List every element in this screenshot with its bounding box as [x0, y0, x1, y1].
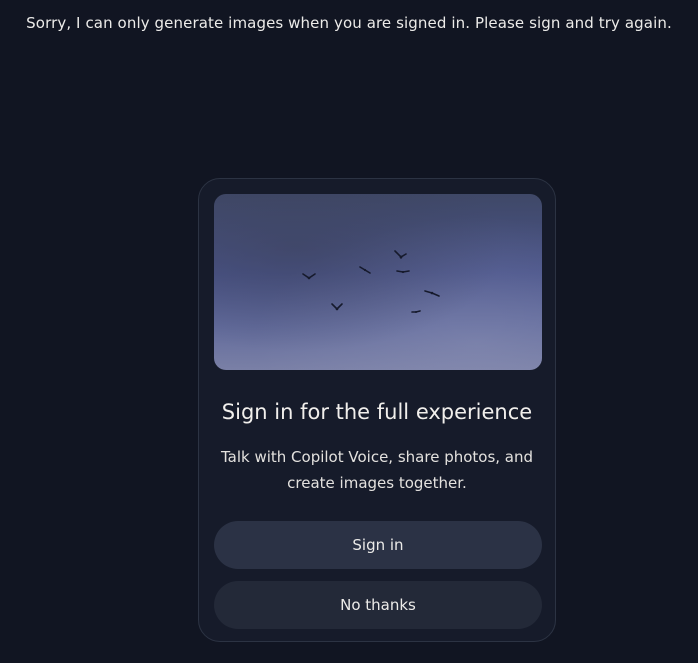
sign-in-button[interactable]: Sign in [214, 521, 542, 569]
assistant-message: Sorry, I can only generate images when y… [26, 14, 672, 32]
signin-title: Sign in for the full experience [221, 400, 533, 424]
signin-card: Sign in for the full experience Talk wit… [198, 178, 556, 642]
chat-page: Sorry, I can only generate images when y… [0, 0, 698, 663]
no-thanks-button[interactable]: No thanks [214, 581, 542, 629]
signin-description: Talk with Copilot Voice, share photos, a… [220, 448, 534, 492]
birds-in-sky-illustration [214, 194, 542, 370]
birds-icon [302, 250, 440, 313]
